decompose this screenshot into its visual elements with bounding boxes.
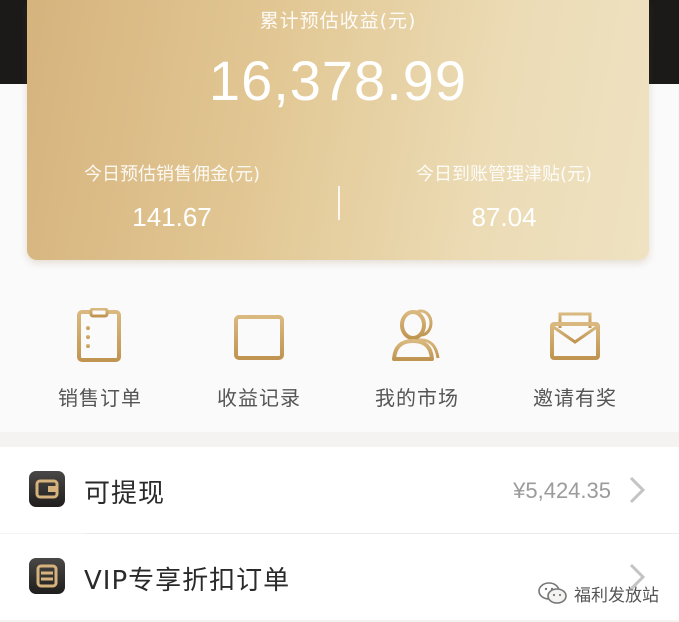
shortcut-my-market[interactable]: 我的市场 <box>342 308 492 418</box>
shortcut-label: 我的市场 <box>375 386 459 410</box>
withdrawable-row[interactable]: 可提现 ¥5,424.35 <box>0 447 679 533</box>
calendar-chart-icon <box>234 311 284 360</box>
shortcut-label: 销售订单 <box>58 386 142 410</box>
wallet-icon <box>29 471 65 507</box>
shortcut-earnings-records[interactable]: 收益记录 <box>184 308 334 418</box>
earnings-page: 累计预估收益(元) 16,378.99 今日预估销售佣金(元) 141.67 今… <box>0 0 679 622</box>
clipboard-list-icon <box>77 308 121 362</box>
watermark-text: 福利发放站 <box>574 585 659 606</box>
earnings-card: 累计预估收益(元) 16,378.99 今日预估销售佣金(元) 141.67 今… <box>27 0 649 260</box>
watermark: 福利发放站 <box>538 578 659 608</box>
shortcut-label: 邀请有奖 <box>533 386 617 410</box>
shortcut-invite-reward[interactable]: 邀请有奖 <box>500 308 650 418</box>
shortcut-sales-orders[interactable]: 销售订单 <box>25 308 175 418</box>
chat-bubbles-icon <box>538 582 567 604</box>
total-earnings-value: 16,378.99 <box>208 49 468 112</box>
today-commission-label: 今日预估销售佣金(元) <box>83 164 261 185</box>
chevron-right-icon <box>629 476 646 504</box>
withdrawable-label: 可提现 <box>84 479 166 509</box>
vip-discount-orders-label: VIP专享折扣订单 <box>84 566 291 596</box>
users-icon <box>392 309 440 361</box>
today-commission-value: 141.67 <box>132 202 212 232</box>
order-icon <box>29 558 65 594</box>
today-allowance-value: 87.04 <box>471 202 537 232</box>
total-earnings-label: 累计预估收益(元) <box>259 10 417 32</box>
card-divider <box>338 186 340 220</box>
envelope-icon <box>550 312 600 360</box>
shortcut-label: 收益记录 <box>217 386 301 410</box>
today-allowance-label: 今日到账管理津贴(元) <box>415 164 593 185</box>
withdrawable-amount: ¥5,424.35 <box>513 478 611 503</box>
